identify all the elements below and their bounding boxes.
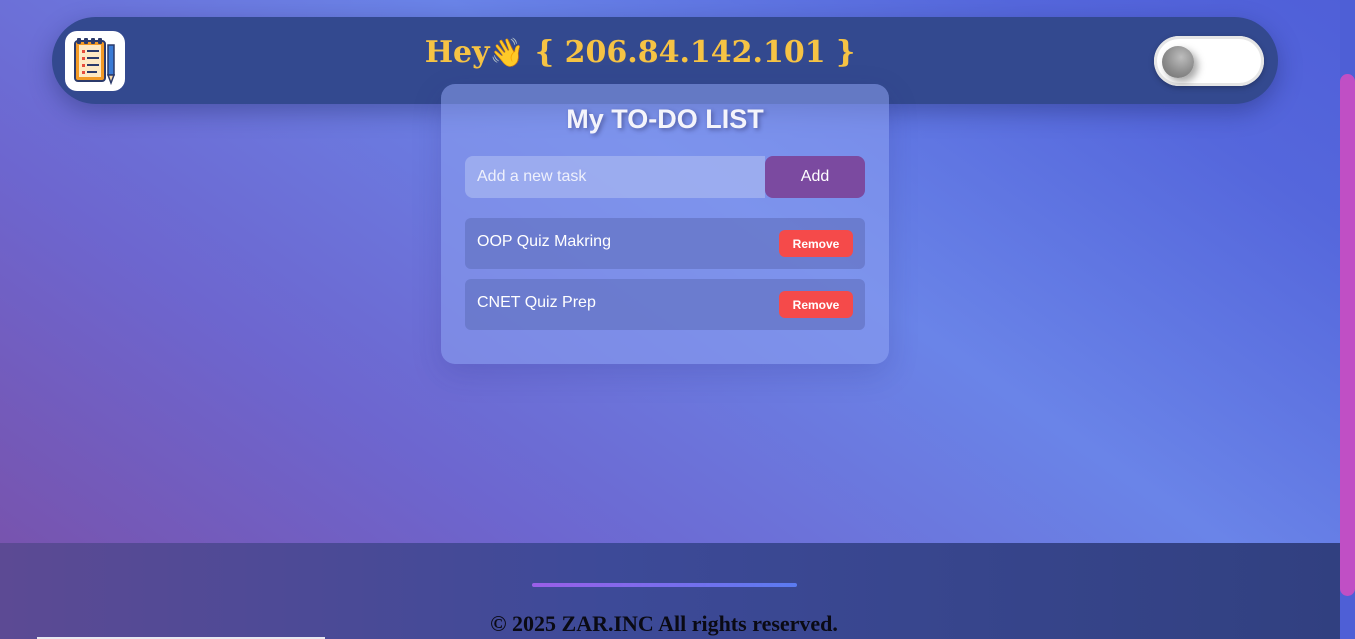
- scrollbar-thumb[interactable]: [1340, 74, 1355, 596]
- task-label: CNET Quiz Prep: [477, 294, 596, 311]
- greeting-prefix: Hey: [424, 35, 490, 70]
- ip-address: { 206.84.142.101 }: [534, 35, 856, 70]
- todo-card: My TO-DO LIST Add OOP Quiz Makring Remov…: [441, 84, 889, 364]
- new-task-input[interactable]: [465, 156, 765, 198]
- theme-toggle[interactable]: [1154, 36, 1264, 86]
- waving-hand-icon: 👋: [489, 36, 525, 69]
- add-task-button[interactable]: Add: [765, 156, 865, 198]
- page-title: My TO-DO LIST: [566, 104, 764, 134]
- copyright-text: © 2025 ZAR.INC All rights reserved.: [490, 611, 838, 636]
- toggle-knob[interactable]: [1162, 46, 1194, 78]
- remove-task-button[interactable]: Remove: [779, 230, 853, 257]
- task-label: OOP Quiz Makring: [477, 233, 611, 250]
- task-item: CNET Quiz Prep Remove: [465, 279, 865, 330]
- remove-task-button[interactable]: Remove: [779, 291, 853, 318]
- task-item: OOP Quiz Makring Remove: [465, 218, 865, 269]
- footer: © 2025 ZAR.INC All rights reserved.: [0, 543, 1340, 639]
- footer-divider: [532, 583, 797, 587]
- greeting-text: Hey👋 { 206.84.142.101 }: [52, 35, 1228, 70]
